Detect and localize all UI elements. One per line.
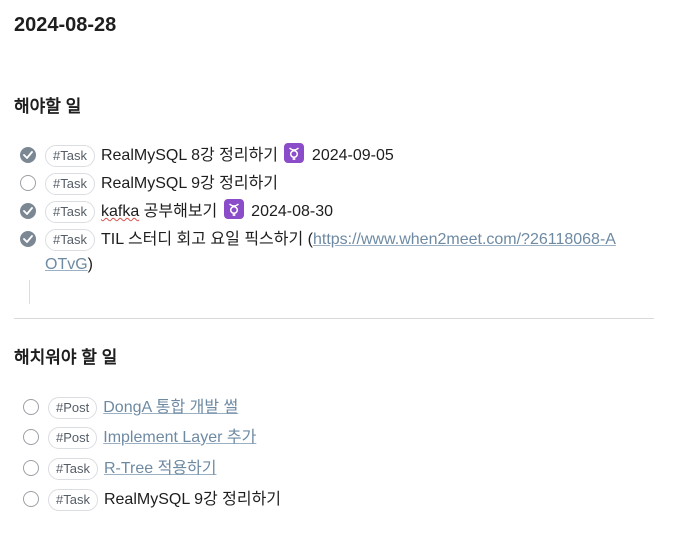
task-item: #Task R-Tree 적용하기 xyxy=(23,456,663,481)
task-link[interactable]: OTvG xyxy=(45,256,88,273)
task-label: TIL 스터디 회고 요일 픽스하기 ( xyxy=(100,231,313,248)
task-item: #Post DongA 통합 개발 썰 xyxy=(23,395,663,420)
task-due-date[interactable]: 2024-09-05 xyxy=(312,147,394,164)
calendar-due-icon xyxy=(223,199,244,219)
task-tag[interactable]: #Task xyxy=(48,458,98,480)
section-heading-todo: 해야할 일 xyxy=(14,97,82,116)
task-item: #Post Implement Layer 추가 xyxy=(23,425,663,450)
task-link[interactable]: https://www.when2meet.com/?26118068-A xyxy=(313,231,616,248)
task-tag[interactable]: #Task xyxy=(45,229,95,251)
task-label: RealMySQL 9강 정리하기 xyxy=(100,175,279,192)
task-checkbox-checked[interactable] xyxy=(20,203,36,219)
page-title: 2024-08-28 xyxy=(14,14,117,36)
task-due-date[interactable]: 2024-08-30 xyxy=(251,203,333,220)
task-text: RealMySQL 8강 정리하기 2024-09-05 xyxy=(101,143,394,168)
task-tag[interactable]: #Post xyxy=(48,427,98,449)
task-item: #Task RealMySQL 9강 정리하기 xyxy=(23,487,663,512)
task-label: RealMySQL 8강 정리하기 xyxy=(100,147,279,164)
section-heading-must-do: 해치워야 할 일 xyxy=(14,348,118,367)
task-tag[interactable]: #Task xyxy=(48,489,98,511)
task-label: RealMySQL 9강 정리하기 xyxy=(103,491,282,508)
task-checkbox-unchecked[interactable] xyxy=(23,460,39,476)
check-icon xyxy=(23,235,33,243)
task-label: 공부해보기 xyxy=(139,203,218,220)
task-item: #Task RealMySQL 9강 정리하기 xyxy=(20,171,660,196)
task-link[interactable]: Implement Layer 추가 xyxy=(103,425,256,450)
calendar-due-icon xyxy=(284,143,305,163)
task-checkbox-unchecked[interactable] xyxy=(23,491,39,507)
task-checkbox-unchecked[interactable] xyxy=(23,399,39,415)
task-tag[interactable]: #Task xyxy=(45,145,95,167)
divider xyxy=(14,318,654,319)
task-link[interactable]: R-Tree 적용하기 xyxy=(104,456,217,481)
task-tag[interactable]: #Task xyxy=(45,173,95,195)
check-icon xyxy=(23,207,33,215)
task-tag[interactable]: #Task xyxy=(45,201,95,223)
task-checkbox-checked[interactable] xyxy=(20,147,36,163)
task-checkbox-unchecked[interactable] xyxy=(20,175,36,191)
spellcheck-word: kafka xyxy=(100,203,140,220)
task-item: #Task RealMySQL 8강 정리하기 2024-09-05 xyxy=(20,143,660,168)
task-text: kafka 공부해보기 2024-08-30 xyxy=(101,199,333,224)
task-checkbox-unchecked[interactable] xyxy=(23,429,39,445)
task-item: #Task kafka 공부해보기 2024-08-30 xyxy=(20,199,660,224)
task-tag[interactable]: #Post xyxy=(48,397,98,419)
indent-guide xyxy=(29,280,30,304)
task-label: ) xyxy=(87,256,93,273)
task-link[interactable]: DongA 통합 개발 썰 xyxy=(103,395,238,420)
task-checkbox-checked[interactable] xyxy=(20,231,36,247)
task-text: #Task TIL 스터디 회고 요일 픽스하기 (https://www.whe… xyxy=(45,227,660,277)
check-icon xyxy=(23,151,33,159)
task-item: #Task TIL 스터디 회고 요일 픽스하기 (https://www.whe… xyxy=(20,227,660,277)
